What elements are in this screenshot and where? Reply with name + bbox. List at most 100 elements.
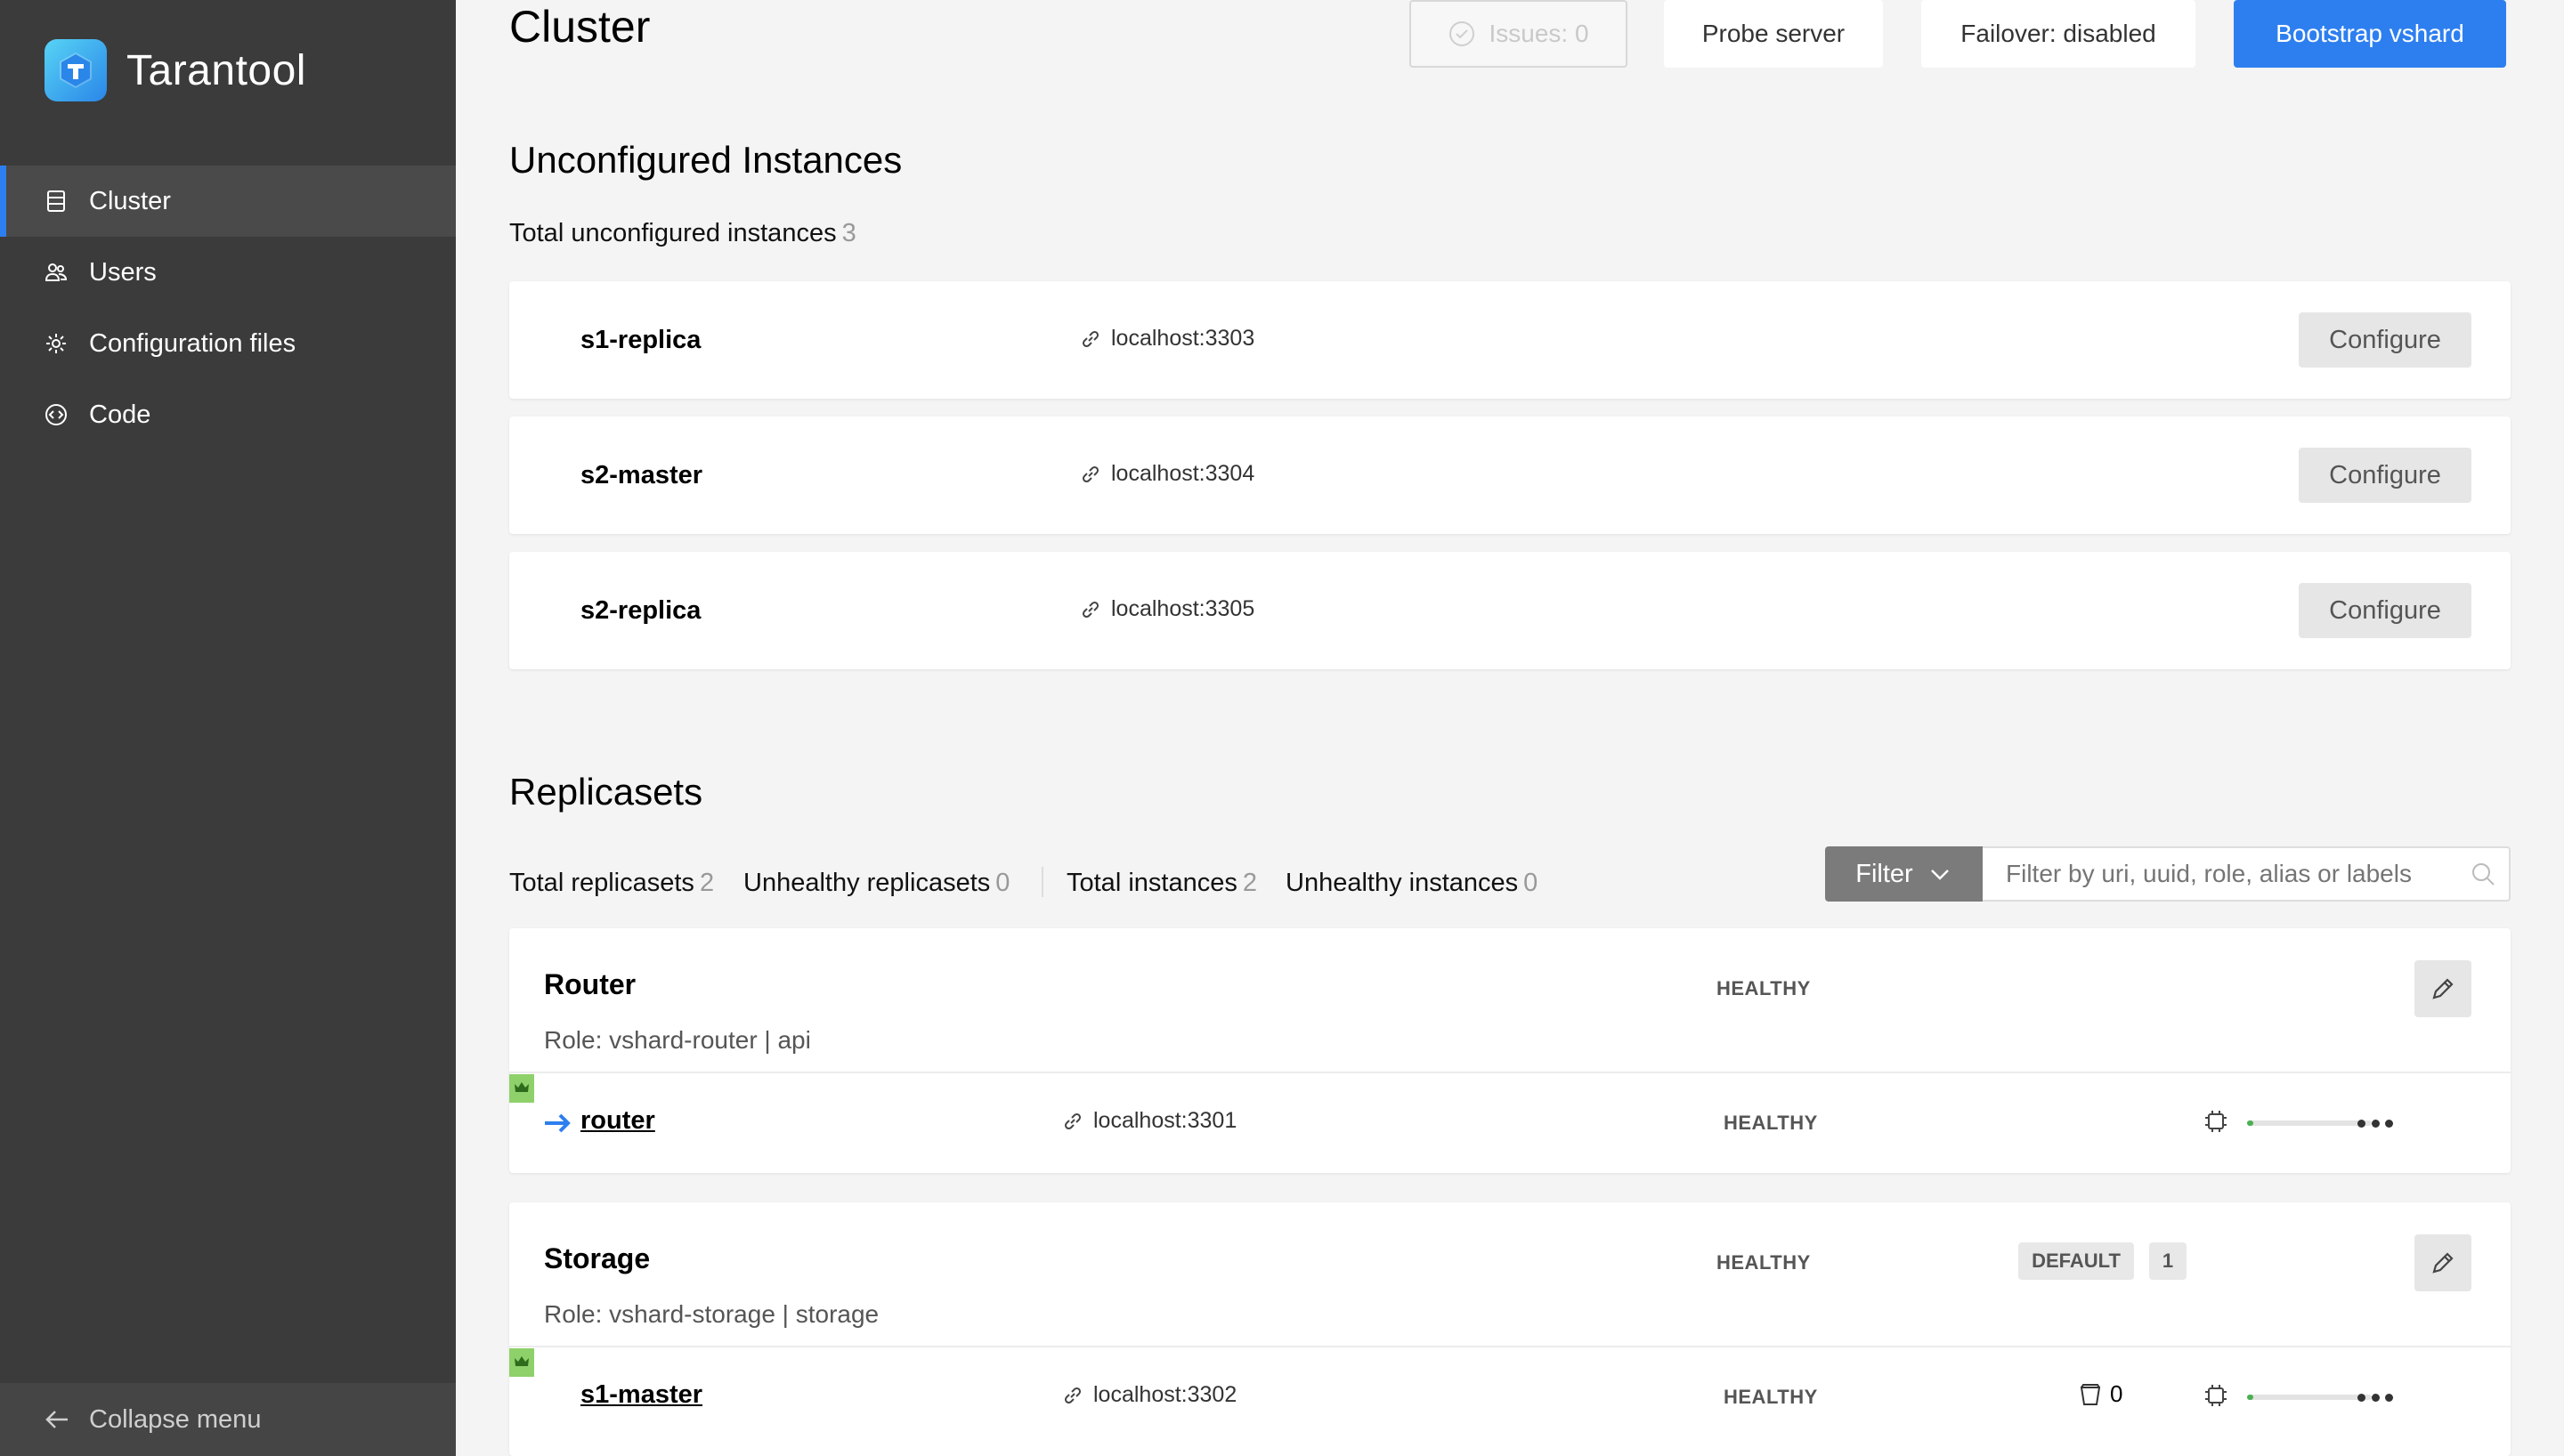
stat-value: 2 <box>1242 869 1257 897</box>
memory-usage-bar <box>2247 1395 2372 1400</box>
buckets-value: 0 <box>2110 1380 2123 1407</box>
status-badge: HEALTHY <box>1716 977 1811 999</box>
sidebar-item-label: Users <box>89 257 157 287</box>
instance-name: s2-master <box>580 461 703 489</box>
link-icon <box>1082 465 1099 482</box>
stat-value: 0 <box>995 869 1010 897</box>
uri-text: localhost:3303 <box>1111 326 1255 351</box>
instance-uri: localhost:3302 <box>1061 1382 1237 1408</box>
uri-text: localhost:3302 <box>1093 1382 1237 1407</box>
issues-button[interactable]: Issues: 0 <box>1409 0 1627 68</box>
replicaset-card: Router Role: vshard-router | api HEALTHY… <box>509 928 2511 1173</box>
arrow-right-icon <box>545 1113 571 1133</box>
cpu-icon <box>2205 1111 2227 1132</box>
leader-crown-icon <box>509 1348 534 1377</box>
weight-badge: 1 <box>2149 1242 2187 1280</box>
replicaset-name: Router <box>544 968 637 1000</box>
sidebar-item-code[interactable]: Code <box>0 379 456 450</box>
buckets-count: 0 <box>2078 1380 2122 1408</box>
sidebar: Tarantool Cluster Users Configuration fi… <box>0 0 456 1456</box>
uri-text: localhost:3304 <box>1111 461 1255 486</box>
code-icon <box>45 403 68 426</box>
memory-usage-fill <box>2247 1395 2253 1400</box>
logo[interactable]: Tarantool <box>45 39 306 101</box>
edit-replicaset-button[interactable] <box>2414 960 2471 1017</box>
probe-server-button[interactable]: Probe server <box>1664 0 1883 68</box>
unconfigured-instance-row: s1-replica localhost:3303 Configure <box>509 281 2511 399</box>
vshard-group-tag: DEFAULT <box>2018 1242 2134 1280</box>
uri-text: localhost:3301 <box>1093 1108 1237 1133</box>
arrow-left-icon <box>45 1411 68 1428</box>
pencil-icon <box>2432 978 2454 999</box>
gear-icon <box>45 332 68 355</box>
unconfigured-instance-row: s2-master localhost:3304 Configure <box>509 417 2511 534</box>
stat-total-replicasets: Total replicasets 2 <box>509 869 714 898</box>
replicasets-title: Replicasets <box>509 771 703 813</box>
stat-label: Unhealthy replicasets <box>743 869 991 897</box>
stat-total-instances: Total instances 2 <box>1067 869 1257 898</box>
status-badge: HEALTHY <box>1724 1386 1818 1408</box>
edit-replicaset-button[interactable] <box>2414 1234 2471 1291</box>
cluster-icon <box>45 190 68 213</box>
filter-input[interactable] <box>1983 846 2511 902</box>
more-actions-button[interactable] <box>2357 1118 2393 1128</box>
sidebar-item-configuration-files[interactable]: Configuration files <box>0 308 456 379</box>
link-icon <box>1064 1112 1082 1129</box>
unconfigured-instance-row: s2-replica localhost:3305 Configure <box>509 552 2511 669</box>
replicaset-card: Storage Role: vshard-storage | storage H… <box>509 1202 2511 1456</box>
filter-bar: Filter <box>1825 846 2511 902</box>
app-name: Tarantool <box>126 46 306 94</box>
filter-button[interactable]: Filter <box>1825 846 1983 902</box>
collapse-menu-button[interactable]: Collapse menu <box>0 1383 456 1456</box>
replicaset-name: Storage <box>544 1242 651 1274</box>
stat-unhealthy-instances: Unhealthy instances 0 <box>1286 869 1538 898</box>
unconfigured-title: Unconfigured Instances <box>509 139 903 181</box>
collapse-menu-label: Collapse menu <box>89 1404 262 1434</box>
users-icon <box>45 261 68 284</box>
main-content: Cluster Issues: 0 Probe server Failover:… <box>456 0 2564 1456</box>
sidebar-item-cluster[interactable]: Cluster <box>0 166 456 237</box>
link-icon <box>1064 1387 1082 1403</box>
sidebar-item-label: Configuration files <box>89 328 296 358</box>
stat-value: 0 <box>1523 869 1538 897</box>
leader-crown-icon <box>509 1074 534 1103</box>
uri-text: localhost:3305 <box>1111 596 1255 621</box>
configure-button[interactable]: Configure <box>2299 312 2471 368</box>
cpu-icon <box>2205 1385 2227 1406</box>
link-icon <box>1082 601 1099 618</box>
sidebar-item-label: Code <box>89 400 151 429</box>
bucket-icon <box>2080 1383 2101 1405</box>
bootstrap-vshard-button[interactable]: Bootstrap vshard <box>2234 0 2506 68</box>
pencil-icon <box>2432 1252 2454 1274</box>
instance-uri: localhost:3304 <box>1079 461 1254 487</box>
issues-label: Issues: 0 <box>1489 20 1589 47</box>
search-icon <box>2472 863 2495 886</box>
failover-button[interactable]: Failover: disabled <box>1921 0 2195 68</box>
stat-label: Total replicasets <box>509 869 694 897</box>
instance-uri: localhost:3303 <box>1079 326 1254 352</box>
chevron-down-icon <box>1930 870 1949 880</box>
memory-usage-fill <box>2247 1120 2253 1126</box>
instance-name-link[interactable]: s1-master <box>580 1380 702 1410</box>
configure-button[interactable]: Configure <box>2299 448 2471 503</box>
tarantool-logo-icon <box>45 39 107 101</box>
sidebar-item-users[interactable]: Users <box>0 237 456 308</box>
replicaset-role: Role: vshard-storage | storage <box>544 1300 880 1328</box>
divider <box>509 1072 2511 1073</box>
link-icon <box>1082 330 1099 347</box>
status-badge: HEALTHY <box>1716 1251 1811 1274</box>
sidebar-item-label: Cluster <box>89 186 171 215</box>
status-badge: HEALTHY <box>1724 1112 1818 1134</box>
replicaset-role: Role: vshard-router | api <box>544 1026 811 1054</box>
stat-label: Total unconfigured instances <box>509 219 837 247</box>
sidebar-nav: Cluster Users Configuration files Code <box>0 166 456 450</box>
more-actions-button[interactable] <box>2357 1392 2393 1403</box>
divider <box>509 1346 2511 1347</box>
instance-uri: localhost:3301 <box>1061 1108 1237 1134</box>
instance-name-link[interactable]: router <box>580 1106 655 1136</box>
instance-uri: localhost:3305 <box>1079 596 1254 622</box>
filter-label: Filter <box>1855 859 1913 888</box>
stat-label: Unhealthy instances <box>1286 869 1519 897</box>
instance-name: s2-replica <box>580 596 702 625</box>
configure-button[interactable]: Configure <box>2299 583 2471 638</box>
